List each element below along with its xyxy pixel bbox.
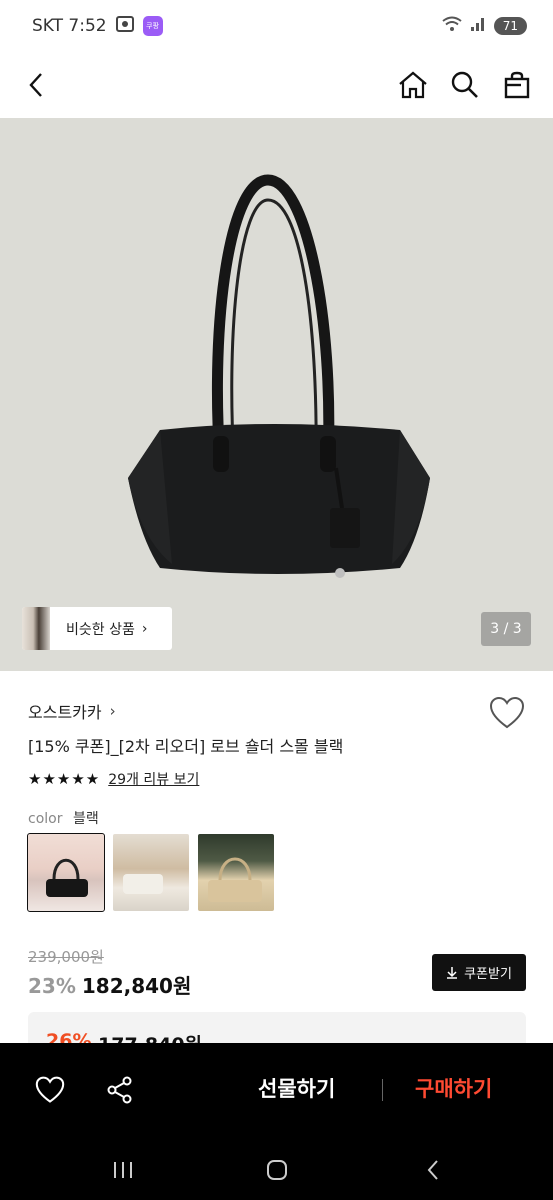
battery-indicator: 71 bbox=[493, 17, 527, 35]
app-notification-icon: 쿠팡 bbox=[142, 16, 163, 36]
app-header bbox=[0, 52, 553, 118]
chevron-left-icon bbox=[29, 73, 42, 97]
brand-link[interactable]: 오스트카카 › bbox=[28, 699, 116, 723]
rating-row: ★★★★★ 29개 리뷰 보기 bbox=[28, 769, 199, 789]
color-option-row: color 블랙 bbox=[28, 808, 99, 828]
recent-apps-button[interactable] bbox=[108, 1155, 138, 1185]
back-nav-button[interactable] bbox=[418, 1155, 448, 1185]
home-button[interactable] bbox=[395, 67, 431, 103]
product-title: [15% 쿠폰]_[2차 리오더] 로브 숄더 스몰 블랙 bbox=[28, 737, 344, 756]
brand-name: 오스트카카 bbox=[28, 703, 102, 722]
product-image-gallery[interactable]: 비슷한 상품 › 3 / 3 bbox=[0, 118, 553, 671]
share-icon bbox=[107, 1076, 132, 1104]
home-nav-button[interactable] bbox=[262, 1155, 292, 1185]
signal-icon bbox=[470, 16, 486, 36]
image-page-indicator: 3 / 3 bbox=[481, 612, 531, 646]
wishlist-bottom-button[interactable] bbox=[30, 1070, 70, 1110]
screenshot-icon bbox=[115, 15, 135, 38]
wifi-icon bbox=[442, 16, 462, 36]
wishlist-button[interactable] bbox=[489, 696, 525, 732]
rating-stars: ★★★★★ bbox=[28, 770, 101, 788]
review-link[interactable]: 29개 리뷰 보기 bbox=[108, 769, 199, 789]
status-carrier-time: SKT 7:52 bbox=[32, 16, 107, 36]
product-image bbox=[128, 174, 430, 578]
heart-icon bbox=[35, 1076, 65, 1103]
bag-icon bbox=[504, 71, 530, 99]
recent-apps-icon bbox=[114, 1162, 132, 1178]
system-nav-bar bbox=[0, 1137, 553, 1200]
share-button[interactable] bbox=[100, 1070, 140, 1110]
buy-button[interactable]: 구매하기 bbox=[415, 1073, 492, 1103]
search-button[interactable] bbox=[447, 67, 483, 103]
color-swatches bbox=[27, 833, 274, 912]
chevron-right-icon: › bbox=[141, 620, 148, 637]
similar-products-button[interactable]: 비슷한 상품 › bbox=[22, 607, 172, 650]
heart-icon bbox=[489, 696, 525, 729]
back-button[interactable] bbox=[18, 67, 54, 103]
download-icon bbox=[447, 967, 458, 979]
status-bar: SKT 7:52 쿠팡 71 bbox=[0, 0, 553, 52]
home-nav-icon bbox=[267, 1160, 287, 1180]
bottom-action-bar: 선물하기 구매하기 bbox=[0, 1043, 553, 1137]
back-nav-icon bbox=[427, 1160, 438, 1180]
discount-rate: 23% bbox=[28, 974, 76, 998]
price-row: 23% 182,840원 bbox=[28, 970, 191, 999]
similar-products-label: 비슷한 상품 bbox=[66, 621, 135, 638]
coupon-button-label: 쿠폰받기 bbox=[464, 967, 512, 982]
search-icon bbox=[451, 71, 478, 98]
color-selected-value: 블랙 bbox=[72, 811, 99, 827]
color-swatch-black[interactable] bbox=[27, 833, 105, 912]
similar-product-thumbnail bbox=[22, 607, 50, 650]
gift-button[interactable]: 선물하기 bbox=[258, 1073, 335, 1103]
action-divider bbox=[382, 1079, 383, 1101]
chevron-right-icon: › bbox=[109, 702, 116, 720]
original-price: 239,000원 bbox=[28, 948, 104, 966]
sale-price: 182,840원 bbox=[81, 974, 192, 998]
color-label: color bbox=[28, 811, 63, 827]
cart-button[interactable] bbox=[499, 67, 535, 103]
color-swatch-ivory[interactable] bbox=[113, 834, 189, 911]
home-icon bbox=[399, 71, 427, 99]
coupon-download-button[interactable]: 쿠폰받기 bbox=[432, 954, 526, 991]
color-swatch-beige[interactable] bbox=[198, 834, 274, 911]
